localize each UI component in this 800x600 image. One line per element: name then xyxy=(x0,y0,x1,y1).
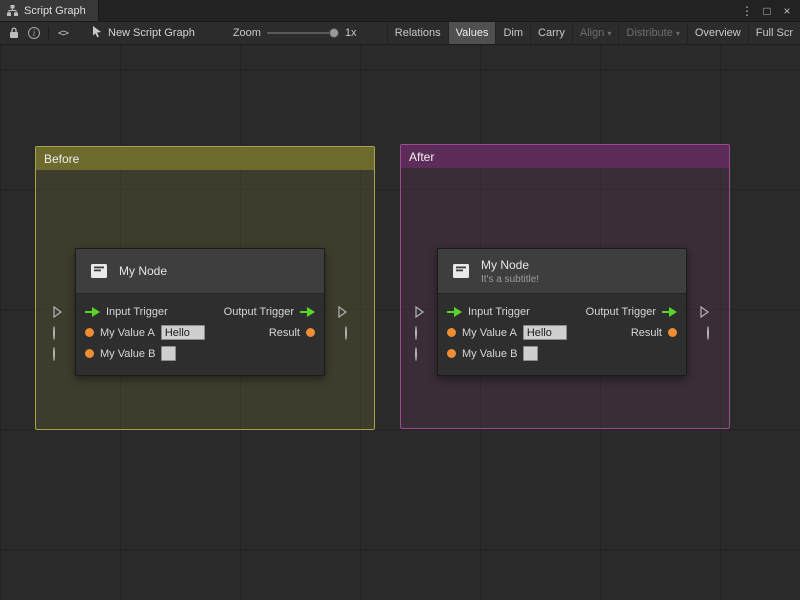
node-header[interactable]: My Node xyxy=(76,249,324,294)
value-a-port[interactable]: My Value A xyxy=(85,325,205,340)
input-trigger-port[interactable]: Input Trigger xyxy=(447,306,530,318)
trigger-in-arrow-icon xyxy=(85,307,100,317)
value-b-row: My Value B xyxy=(438,343,686,364)
tab-title: Script Graph xyxy=(24,5,86,17)
edit-code-icon[interactable]: <> xyxy=(53,24,73,42)
zoom-value: 1x xyxy=(345,27,357,39)
ext-input-trigger-port[interactable] xyxy=(415,306,424,318)
window-menu-icon[interactable]: ⋮ xyxy=(739,3,755,19)
zoom-slider-handle[interactable] xyxy=(329,28,339,38)
zoom-label: Zoom xyxy=(233,27,261,39)
result-port[interactable]: Result xyxy=(631,327,677,339)
result-port[interactable]: Result xyxy=(269,327,315,339)
trigger-out-arrow-icon xyxy=(662,307,677,317)
chevron-down-icon: ▾ xyxy=(607,29,611,38)
tab-script-graph[interactable]: Script Graph xyxy=(0,0,99,21)
value-b-port[interactable]: My Value B xyxy=(447,346,538,361)
distribute-dropdown[interactable]: Distribute▾ xyxy=(618,22,686,44)
trigger-in-arrow-icon xyxy=(447,307,462,317)
value-a-port[interactable]: My Value A xyxy=(447,325,567,340)
zoom-control: Zoom 1x xyxy=(233,27,357,39)
group-before-header[interactable]: Before xyxy=(36,147,374,170)
value-b-port[interactable]: My Value B xyxy=(85,346,176,361)
inspector-info-icon[interactable]: i xyxy=(24,24,44,42)
tab-bar: Script Graph ⋮ □ × xyxy=(0,0,800,22)
graph-canvas[interactable]: Before After My Node xyxy=(0,45,800,600)
toolbar-buttons: Relations Values Dim Carry Align▾ Distri… xyxy=(387,22,800,44)
node-body: Input Trigger Output Trigger xyxy=(76,294,324,375)
value-port-dot xyxy=(85,349,94,358)
value-b-input[interactable] xyxy=(523,346,538,361)
graph-icon xyxy=(6,4,19,17)
trigger-out-arrow-icon xyxy=(300,307,315,317)
ext-output-trigger-port[interactable] xyxy=(338,306,347,318)
carry-button[interactable]: Carry xyxy=(530,22,572,44)
close-icon[interactable]: × xyxy=(779,3,795,19)
output-trigger-port[interactable]: Output Trigger xyxy=(586,306,677,318)
graph-toolbar: i <> New Script Graph Zoom 1x Relations … xyxy=(0,22,800,45)
ext-output-trigger-port[interactable] xyxy=(700,306,709,318)
value-port-dot xyxy=(306,328,315,337)
zoom-slider[interactable] xyxy=(267,27,339,39)
node-header[interactable]: My Node It's a subtitle! xyxy=(438,249,686,294)
value-b-input[interactable] xyxy=(161,346,176,361)
output-trigger-port[interactable]: Output Trigger xyxy=(224,306,315,318)
overview-button[interactable]: Overview xyxy=(687,22,748,44)
value-a-row: My Value A Result xyxy=(438,322,686,343)
node-subtitle: It's a subtitle! xyxy=(481,274,539,285)
value-port-dot xyxy=(447,328,456,337)
group-title: After xyxy=(409,150,434,164)
graph-breadcrumb: New Script Graph xyxy=(91,25,195,41)
toolbar-separator xyxy=(48,26,49,40)
relations-button[interactable]: Relations xyxy=(387,22,448,44)
node-title: My Node xyxy=(481,258,539,272)
value-a-input[interactable] xyxy=(161,325,205,340)
align-dropdown[interactable]: Align▾ xyxy=(572,22,618,44)
value-b-row: My Value B xyxy=(76,343,324,364)
unit-box-icon xyxy=(450,260,472,282)
value-port-dot xyxy=(447,349,456,358)
ext-input-trigger-port[interactable] xyxy=(53,306,62,318)
fullscreen-button[interactable]: Full Scr xyxy=(748,22,800,44)
unit-box-icon xyxy=(88,260,110,282)
group-title: Before xyxy=(44,152,79,166)
cursor-icon xyxy=(91,25,103,41)
trigger-row: Input Trigger Output Trigger xyxy=(438,301,686,322)
value-port-dot xyxy=(668,328,677,337)
node-title: My Node xyxy=(119,264,167,278)
input-trigger-port[interactable]: Input Trigger xyxy=(85,306,168,318)
value-a-row: My Value A Result xyxy=(76,322,324,343)
group-after-header[interactable]: After xyxy=(401,145,729,168)
values-button[interactable]: Values xyxy=(448,22,496,44)
script-graph-window: Script Graph ⋮ □ × i <> xyxy=(0,0,800,600)
window-controls: ⋮ □ × xyxy=(739,0,800,21)
node-body: Input Trigger Output Trigger xyxy=(438,294,686,375)
graph-name-label: New Script Graph xyxy=(108,27,195,39)
dim-button[interactable]: Dim xyxy=(495,22,530,44)
value-port-dot xyxy=(85,328,94,337)
node-before[interactable]: My Node Input Trigger Ou xyxy=(75,248,325,376)
maximize-icon[interactable]: □ xyxy=(759,3,775,19)
lock-icon[interactable] xyxy=(4,24,24,42)
value-a-input[interactable] xyxy=(523,325,567,340)
chevron-down-icon: ▾ xyxy=(676,29,680,38)
trigger-row: Input Trigger Output Trigger xyxy=(76,301,324,322)
node-after[interactable]: My Node It's a subtitle! Input Trigger xyxy=(437,248,687,376)
